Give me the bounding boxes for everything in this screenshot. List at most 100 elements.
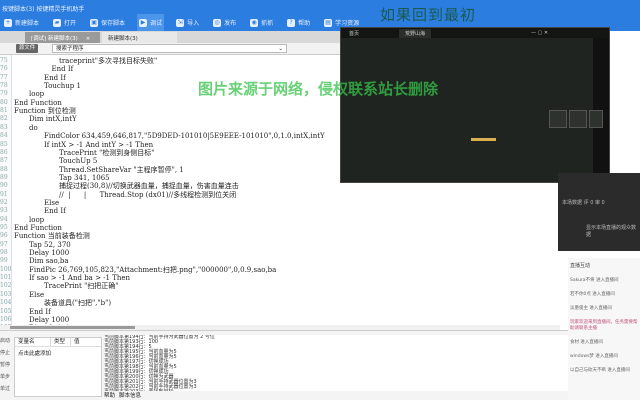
debug-control[interactable]: 暂停 bbox=[0, 359, 12, 371]
line-number: 86 bbox=[0, 148, 8, 156]
chat-message: Sakura不将 进入直播间 bbox=[570, 278, 619, 283]
code-text: TracePrint "检测到身侧目标" bbox=[59, 148, 155, 157]
toolbar-button-camera[interactable]: ◉ 抓抓 bbox=[248, 14, 275, 31]
code-line: 102 TracePrint "扫把正确" bbox=[0, 282, 560, 290]
toolbar-button-publish[interactable]: ◎ 发布 bbox=[211, 14, 238, 31]
code-text: FindColor 634,459,646,817,"5D9DED-101010… bbox=[44, 132, 325, 141]
editor-subbar: 源文件 搜索子程序 ⌄ bbox=[0, 43, 340, 55]
code-text: // | | Thread.Stop (dx01)//多线程检测到位关闭 bbox=[59, 190, 237, 199]
tab-new-script[interactable]: 新建脚本(3) bbox=[102, 32, 177, 43]
chevron-down-icon: ⌄ bbox=[278, 46, 283, 52]
chat-message: windows梦 进入直播间 bbox=[570, 354, 618, 359]
chat-message: 淡墨俊主 进入直播间 bbox=[570, 306, 612, 311]
camera-icon: ◉ bbox=[250, 18, 259, 27]
code-line: 98 Delay 1000 bbox=[0, 249, 560, 257]
line-number: 106 bbox=[0, 315, 12, 323]
item-slot[interactable] bbox=[589, 110, 603, 128]
line-number: 75 bbox=[0, 57, 8, 64]
code-line: 94 loop bbox=[0, 216, 560, 224]
code-line: 105 End If bbox=[0, 308, 560, 316]
toolbar-button-new[interactable]: + 新建脚本 bbox=[2, 14, 41, 31]
chat-title: 直播互动 bbox=[570, 263, 591, 269]
item-slot[interactable] bbox=[569, 110, 587, 128]
code-line: 106 Delay 1000 bbox=[0, 316, 560, 324]
code-text: End If bbox=[51, 65, 74, 74]
line-number: 101 bbox=[0, 274, 12, 282]
close-icon[interactable]: × bbox=[86, 36, 91, 42]
source-button[interactable]: 源文件 bbox=[16, 44, 38, 53]
line-number: 92 bbox=[0, 198, 8, 206]
tab-help[interactable]: 帮助 bbox=[104, 391, 115, 399]
code-line: 97 Tap 52, 370 bbox=[0, 241, 560, 249]
window-controls-icon[interactable]: — ▢ ✕ bbox=[531, 30, 548, 36]
toolbar-button-save[interactable]: ▣ 保存脚本 bbox=[88, 14, 127, 31]
stats-values: 评 0 审 0 bbox=[583, 200, 605, 206]
line-number: 78 bbox=[0, 82, 8, 90]
line-number: 82 bbox=[0, 115, 8, 123]
code-text: If intX > -1 And intY > -1 Then bbox=[44, 140, 154, 149]
line-number: 104 bbox=[0, 299, 12, 307]
code-text: End If bbox=[44, 73, 66, 82]
debug-panel: 启动 停止 暂停 单步 单过 变量名 类型值 点击此處添加 当前脚本第194行：当前手持为… bbox=[0, 330, 570, 400]
item-slot[interactable] bbox=[549, 110, 567, 128]
live-chat: 直播互动 Sakura不将 进入直播间 若不你0点 进入直播间 淡墨俊主 进入直播间… bbox=[568, 258, 640, 400]
line-number: 99 bbox=[0, 257, 8, 265]
chat-message: 以自己与砍天不断 进入直播间 bbox=[570, 368, 630, 373]
col-type: 类型 bbox=[51, 338, 71, 346]
code-text: Touchup 1 bbox=[44, 82, 81, 91]
line-number: 93 bbox=[0, 207, 8, 215]
toolbar-button-help[interactable]: ? 帮助 bbox=[285, 14, 312, 31]
add-variable-row[interactable]: 点击此處添加 bbox=[15, 347, 101, 359]
debug-control[interactable]: 启动 bbox=[0, 335, 12, 347]
line-number: 90 bbox=[0, 182, 8, 190]
code-text: End Function bbox=[14, 98, 62, 107]
line-number: 81 bbox=[0, 107, 8, 115]
code-text: loop bbox=[29, 215, 45, 224]
stats-panel: 本场数据 评 0 审 0 显示本场直播的观众数据 bbox=[558, 173, 640, 251]
code-text: Tap 52, 370 bbox=[29, 240, 71, 249]
debug-control[interactable]: 停止 bbox=[0, 347, 12, 359]
code-line: 103 Else bbox=[0, 291, 560, 299]
line-number: 103 bbox=[0, 290, 12, 298]
line-number: 85 bbox=[0, 140, 8, 148]
line-number: 94 bbox=[0, 215, 8, 223]
code-text: Else bbox=[29, 290, 45, 299]
game-tab[interactable]: 荒野山海 bbox=[399, 28, 432, 38]
tab-debug-script[interactable]: [调试] 新建脚本(3) × bbox=[25, 32, 100, 43]
code-text: 捕捉过程(30,8)//切换武器血量，捕捉血量，伤害血量连击 bbox=[59, 182, 239, 191]
debug-control[interactable]: 单步 bbox=[0, 371, 12, 383]
toolbar-label: 调试 bbox=[150, 20, 163, 27]
game-window[interactable]: 首页 荒野山海 — ▢ ✕ bbox=[340, 27, 610, 183]
title-bar: 按键脚本(3) 按键精灵手机助手 bbox=[0, 0, 640, 14]
home-tab[interactable]: 首页 bbox=[349, 30, 359, 37]
publish-icon: ◎ bbox=[213, 18, 222, 27]
function-select[interactable]: 搜索子程序 ⌄ bbox=[52, 44, 287, 53]
line-number: 84 bbox=[0, 132, 8, 140]
line-number: 91 bbox=[0, 190, 8, 198]
line-number: 77 bbox=[0, 73, 8, 81]
toolbar-button-play[interactable]: ▶ 调试 bbox=[137, 14, 165, 31]
line-number: 105 bbox=[0, 307, 12, 315]
code-text: Tap 341, 1065 bbox=[59, 173, 110, 182]
code-text: End If bbox=[44, 207, 66, 216]
window-title: 按键脚本(3) 按键精灵手机助手 bbox=[2, 6, 85, 13]
toolbar-label: 保存脚本 bbox=[101, 20, 126, 27]
code-line: 93 End If bbox=[0, 207, 560, 215]
code-text: Thread.SetShareVar "主程序暂停", 1 bbox=[59, 165, 184, 174]
code-line: 99 Dim sao,ba bbox=[0, 257, 560, 265]
code-text: loop bbox=[29, 90, 45, 99]
debug-control[interactable]: 单过 bbox=[0, 383, 12, 395]
toolbar-label: 学习资源 bbox=[335, 20, 360, 27]
line-number: 102 bbox=[0, 282, 12, 290]
scroll-thumb[interactable] bbox=[10, 326, 135, 329]
tab-label: [调试] 新建脚本(3) bbox=[31, 36, 78, 42]
code-line: 96 Function 当前装备检测 bbox=[0, 232, 560, 240]
tab-label: 新建脚本(3) bbox=[108, 36, 138, 42]
toolbar-button-import[interactable]: ⇲ 导入 bbox=[174, 14, 201, 31]
code-text: Delay 1000 bbox=[29, 249, 70, 258]
code-text: Function 当前装备检测 bbox=[14, 232, 90, 241]
tab-script-info[interactable]: 脚本信息 bbox=[119, 391, 141, 399]
toolbar-button-folder[interactable]: ▰ 打开 bbox=[51, 14, 78, 31]
code-text: Delay 1000 bbox=[29, 315, 70, 324]
toolbar-label: 抓抓 bbox=[261, 20, 274, 27]
